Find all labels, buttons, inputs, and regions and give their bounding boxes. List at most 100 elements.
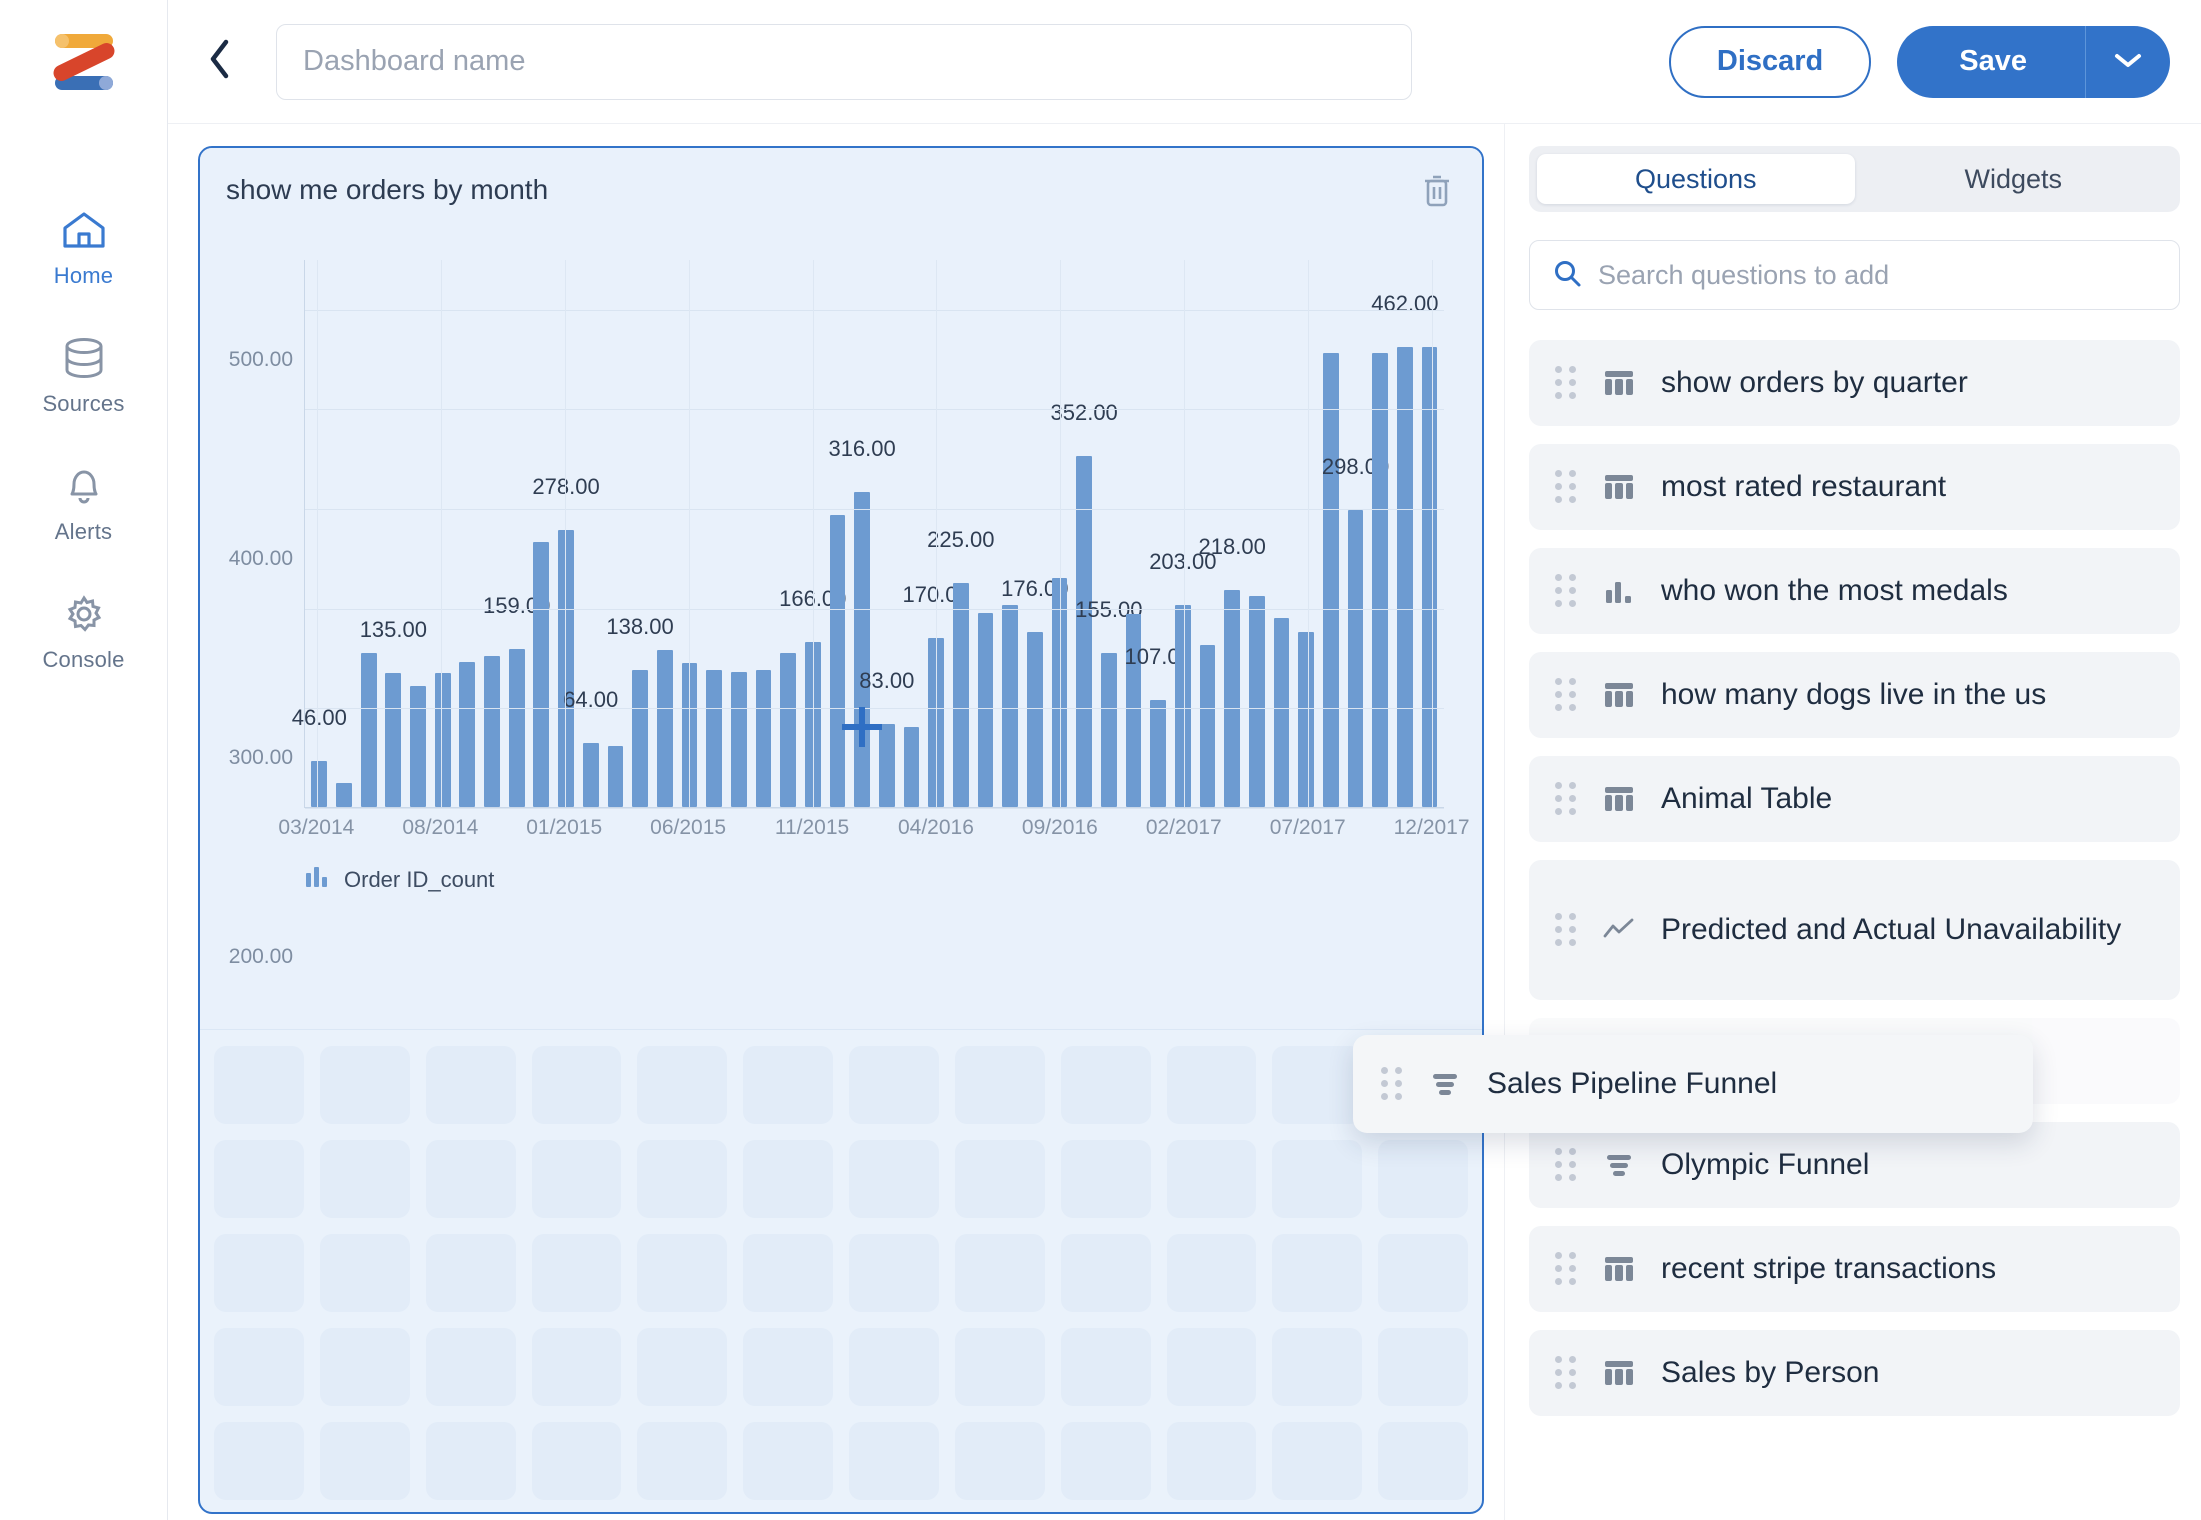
widget-drop-grid[interactable] [200, 1030, 1482, 1512]
chart-bar[interactable] [1397, 346, 1413, 807]
chart-bar-slot[interactable] [529, 260, 554, 807]
chart-bar-slot[interactable] [702, 260, 727, 807]
back-button[interactable] [196, 39, 242, 85]
chart-bar[interactable] [336, 783, 352, 807]
drop-grid-cell[interactable] [319, 1422, 410, 1500]
chart-bar-slot[interactable] [726, 260, 751, 807]
discard-button[interactable]: Discard [1668, 25, 1872, 98]
drop-grid-cell[interactable] [954, 1328, 1045, 1406]
drag-handle-icon[interactable] [1555, 1252, 1577, 1286]
chart-bar-slot[interactable] [652, 260, 677, 807]
chart-bar[interactable] [1026, 631, 1043, 807]
chart-bar[interactable] [311, 761, 328, 807]
drop-grid-cell[interactable] [425, 1234, 516, 1312]
question-list-item[interactable]: show orders by quarter [1529, 340, 2180, 426]
chart-bar-slot[interactable]: 352.00 [1051, 260, 1118, 807]
zenlytic-logo[interactable] [47, 26, 121, 98]
chart-bar[interactable] [1125, 613, 1142, 807]
chart-bar-slot[interactable] [406, 260, 431, 807]
chart-bar[interactable] [1199, 644, 1216, 807]
chart-bar-slot[interactable] [825, 260, 850, 807]
chart-bar-slot[interactable]: 225.00 [927, 260, 994, 807]
save-options-button[interactable] [2086, 25, 2170, 98]
chart-bar-slot[interactable] [1417, 260, 1442, 807]
chart-bar-slot[interactable]: 83.00 [859, 260, 914, 807]
drop-grid-cell[interactable] [1378, 1140, 1468, 1218]
drop-grid-cell[interactable] [531, 1046, 622, 1124]
chart-bar-slot[interactable] [603, 260, 628, 807]
drop-grid-cell[interactable] [531, 1328, 622, 1406]
drop-grid-cell[interactable] [849, 1140, 939, 1218]
chart-bar[interactable] [484, 655, 500, 807]
drop-grid-cell[interactable] [743, 1046, 833, 1124]
search-input[interactable] [1598, 259, 2157, 291]
drop-grid-cell[interactable] [743, 1328, 833, 1406]
chart-bar-slot[interactable]: 107.00 [1125, 260, 1192, 807]
chart-bar[interactable] [878, 724, 895, 807]
chart-bar-slot[interactable]: 138.00 [606, 260, 674, 807]
save-button[interactable]: Save [1897, 25, 2086, 98]
dashboard-name-input[interactable] [276, 23, 1412, 100]
drop-grid-cell[interactable] [1272, 1234, 1363, 1312]
chart-bar-slot[interactable]: 46.00 [292, 260, 347, 807]
chart-bar-slot[interactable]: 64.00 [563, 260, 618, 807]
chart-bar[interactable] [829, 515, 846, 807]
chart-bar[interactable] [1298, 631, 1315, 807]
chart-bar-slot[interactable] [776, 260, 801, 807]
drop-grid-cell[interactable] [214, 1422, 304, 1500]
chart-bar-slot[interactable]: 278.00 [532, 260, 600, 807]
chart-bar-slot[interactable] [1121, 260, 1146, 807]
drop-grid-cell[interactable] [531, 1234, 622, 1312]
drop-grid-cell[interactable] [1060, 1234, 1151, 1312]
drop-grid-cell[interactable] [1378, 1328, 1468, 1406]
chart-bar[interactable] [1372, 352, 1389, 807]
chart-bar-slot[interactable]: 218.00 [1199, 260, 1266, 807]
drop-grid-cell[interactable] [214, 1046, 304, 1124]
chart-bar-slot[interactable] [455, 260, 480, 807]
question-list-item[interactable]: Sales by Person [1529, 1330, 2180, 1416]
drop-grid-cell[interactable] [849, 1422, 939, 1500]
chart-bar-slot[interactable]: 159.00 [483, 260, 550, 807]
sidebar-item-sources[interactable]: Sources [0, 334, 167, 462]
drop-grid-cell[interactable] [637, 1046, 728, 1124]
drop-grid-cell[interactable] [425, 1422, 516, 1500]
chart-bar[interactable] [730, 671, 747, 807]
drop-grid-cell[interactable] [214, 1234, 304, 1312]
chart-bar-slot[interactable]: 155.00 [1075, 260, 1142, 807]
drop-grid-cell[interactable] [425, 1140, 516, 1218]
drop-grid-cell[interactable] [214, 1328, 304, 1406]
drag-handle-icon[interactable] [1555, 470, 1577, 504]
question-list-item[interactable]: Animal Table [1529, 756, 2180, 842]
chart-bar[interactable] [533, 541, 550, 807]
chart-bar[interactable] [780, 652, 796, 807]
chart-bar-slot[interactable] [480, 260, 505, 807]
chart-bar[interactable] [952, 582, 969, 807]
chart-bar[interactable] [1322, 352, 1339, 807]
search-questions-box[interactable] [1529, 240, 2180, 310]
drop-grid-cell[interactable] [743, 1140, 833, 1218]
chart-bar[interactable] [1002, 604, 1019, 807]
chart-bar[interactable] [656, 649, 673, 807]
drop-grid-cell[interactable] [1060, 1328, 1151, 1406]
drop-grid-cell[interactable] [1166, 1234, 1257, 1312]
chart-bar-slot[interactable] [1294, 260, 1319, 807]
chart-bar[interactable] [410, 686, 426, 807]
dashboard-drop-area[interactable]: show me orders by month 46.00 135.00 159… [198, 146, 1484, 1514]
sidebar-item-alerts[interactable]: Alerts [0, 462, 167, 590]
drop-grid-cell[interactable] [1272, 1422, 1363, 1500]
chart-bar[interactable] [1150, 700, 1167, 807]
drag-handle-icon[interactable] [1555, 913, 1577, 947]
question-list-item[interactable]: who won the most medals [1529, 548, 2180, 634]
chart-bar-slot[interactable] [356, 260, 381, 807]
chart-bar[interactable] [508, 648, 525, 807]
drop-grid-cell[interactable] [954, 1234, 1045, 1312]
chart-bar[interactable] [755, 669, 772, 807]
chart-bar-slot[interactable] [751, 260, 776, 807]
drop-grid-cell[interactable] [1378, 1234, 1468, 1312]
drop-grid-cell[interactable] [1166, 1422, 1257, 1500]
drop-grid-cell[interactable] [1272, 1140, 1363, 1218]
drag-handle-icon[interactable] [1555, 782, 1577, 816]
drop-grid-cell[interactable] [214, 1140, 304, 1218]
drag-handle-icon[interactable] [1555, 1356, 1577, 1390]
widget-card[interactable]: show me orders by month 46.00 135.00 159… [200, 148, 1482, 1367]
